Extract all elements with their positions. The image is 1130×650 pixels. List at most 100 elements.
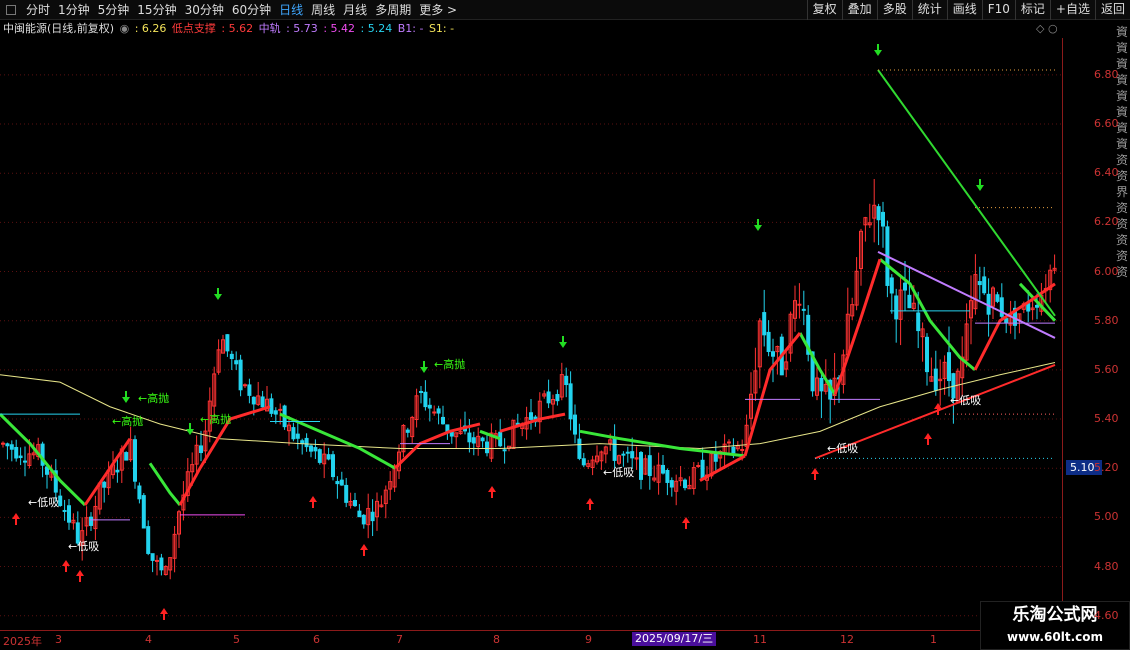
signal-label: ←低吸 [68,540,99,553]
buy-arrow-icon [682,517,690,529]
candle-body [801,308,806,311]
candle-body [353,500,357,507]
candle-body [89,516,93,526]
candle-body [304,437,309,448]
signal-label: ←低吸 [28,496,59,509]
circle-icon[interactable]: ○ [1048,22,1058,35]
legend-support-value: : 5.62 [221,22,254,35]
tab-30min[interactable]: 30分钟 [181,0,228,20]
buy-arrow-icon [360,544,368,556]
candle-body [344,484,349,503]
buy-arrow-icon [12,513,20,525]
statistics-button[interactable]: 统计 [911,0,947,20]
candle-body [889,277,894,294]
y-tick-label: 6.80 [1094,67,1119,81]
tab-5min[interactable]: 5分钟 [94,0,134,20]
candle-body [273,410,278,415]
legend-support-label: 低点支撑 [171,22,216,35]
signal-label: ←高抛 [434,357,465,371]
tab-monthly[interactable]: 月线 [339,0,371,20]
candle-body [251,396,256,405]
candle-body [727,441,731,444]
candle-body [361,514,366,525]
candle-body [700,459,705,480]
candle-body [225,334,230,352]
candle-body [23,460,27,463]
candle-body [683,479,687,489]
tab-60min[interactable]: 60分钟 [228,0,275,20]
candle-body [102,481,107,488]
candle-body [159,557,164,571]
candle-body [357,510,362,518]
multi-stock-button[interactable]: 多股 [876,0,912,20]
menu-square-icon[interactable] [6,4,16,15]
sell-arrow-icon [976,179,984,191]
candle-body [612,437,617,461]
signal-label: ←低吸 [827,442,858,455]
y-tick-label: 5.60 [1094,362,1119,376]
candle-body [67,505,71,523]
diamond-icon[interactable]: ◇ [1036,22,1044,35]
period-toolbar: 分时 1分钟 5分钟 15分钟 30分钟 60分钟 日线 周线 月线 多周期 更… [0,0,1130,20]
tab-1min[interactable]: 1分钟 [54,0,94,20]
sell-arrow-icon [420,361,428,373]
mark-button[interactable]: 标记 [1014,0,1050,20]
buy-arrow-icon [488,486,496,498]
f10-button[interactable]: F10 [981,0,1015,20]
candle-body [14,446,19,459]
candle-body [229,353,234,360]
candle-body [300,440,305,445]
ma-line [0,362,1056,450]
trend-red-segment [833,258,882,395]
candle-body [423,391,428,408]
candle-body [1035,304,1039,308]
tab-more[interactable]: 更多 > [415,0,461,20]
candle-body [876,206,881,221]
legend-midline-label: 中轨 [258,22,281,35]
candle-body [502,449,507,452]
x-tick-label: 12 [840,633,854,646]
add-watchlist-button[interactable]: +自选 [1049,0,1095,20]
candle-body [713,453,718,462]
tab-daily[interactable]: 日线 [275,0,307,20]
back-button[interactable]: 返回 [1094,0,1130,20]
tab-weekly[interactable]: 周线 [307,0,339,20]
trend-green-segment [279,412,396,470]
candle-body [243,384,247,387]
sell-arrow-icon [559,336,567,348]
candle-body [819,377,824,392]
buy-arrow-icon [62,560,70,572]
y-tick-label: 5.20 [1094,461,1119,475]
watermark-url: www.60lt.com [1006,630,1104,644]
tab-15min[interactable]: 15分钟 [133,0,180,20]
date-axis: 2025年 3 4 5 6 7 8 9 11 12 1 [0,630,1130,650]
candle-body [529,412,533,420]
candle-body [665,469,670,483]
candle-body [564,375,569,386]
candle-body [1004,318,1009,324]
candle-body [124,452,129,461]
sell-arrow-icon [874,44,882,56]
y-tick-label: 6.60 [1094,117,1119,131]
candle-body [581,458,586,466]
candlestick-chart[interactable]: ←低吸 ←低吸 ←高抛 ←高抛 ←高抛 ←高抛 ←低吸 ←低吸 ←低吸 [0,38,1062,628]
candle-body [115,469,120,473]
settings-circle-icon[interactable]: ◉ [120,22,130,35]
adjust-button[interactable]: 复权 [806,0,842,20]
sell-arrow-icon [754,219,762,231]
tab-intraday[interactable]: 分时 [22,0,54,20]
stock-title[interactable]: 中闽能源(日线,前复权) [3,22,114,35]
tab-multi-period[interactable]: 多周期 [371,0,415,20]
candle-body [573,414,577,435]
chart-corner-icons: ◇ ○ [1036,22,1058,35]
candle-body [669,480,674,488]
signal-label: ←低吸 [950,394,981,407]
draw-line-button[interactable]: 画线 [946,0,982,20]
candle-body [630,451,635,459]
y-tick-label: 4.60 [1094,608,1119,622]
x-tick-label: 9 [585,633,592,646]
candle-body [639,452,643,480]
overlay-button[interactable]: 叠加 [841,0,877,20]
candle-body [621,453,626,456]
y-tick-label: 6.40 [1094,166,1119,180]
